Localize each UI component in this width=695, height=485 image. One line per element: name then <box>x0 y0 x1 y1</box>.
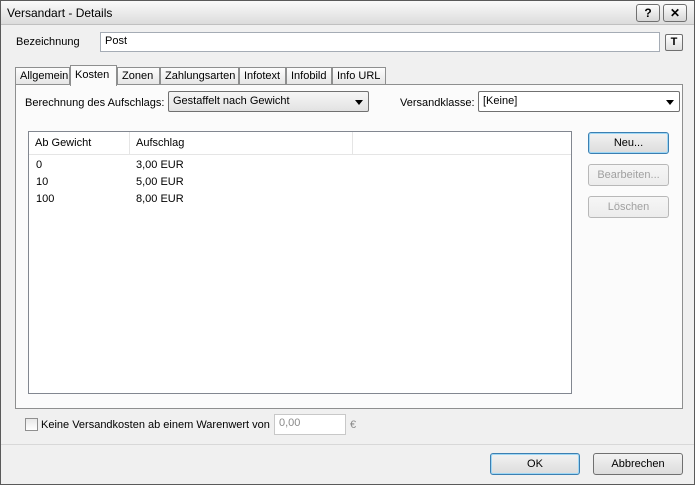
berechnung-label: Berechnung des Aufschlags: <box>25 97 165 109</box>
dialog-window: Versandart - Details ? ✕ Bezeichnung Pos… <box>0 0 695 485</box>
versandklasse-value: [Keine] <box>483 95 518 107</box>
cell-aufschlag: 3,00 EUR <box>136 159 184 171</box>
table-row[interactable]: 0 3,00 EUR <box>29 157 571 174</box>
tab-allgemein[interactable]: Allgemein <box>15 67 70 85</box>
chevron-down-icon <box>666 100 674 105</box>
berechnung-value: Gestaffelt nach Gewicht <box>173 95 290 107</box>
window-title: Versandart - Details <box>7 6 113 20</box>
bezeichnung-label: Bezeichnung <box>16 36 80 48</box>
currency-label: € <box>350 419 357 431</box>
table-header: Ab Gewicht Aufschlag <box>29 132 571 155</box>
versandklasse-label: Versandklasse: <box>400 97 475 109</box>
free-shipping-label[interactable]: Keine Versandkosten ab einem Warenwert v… <box>41 419 270 431</box>
cell-ab-gewicht: 100 <box>36 193 55 205</box>
neu-button[interactable]: Neu... <box>588 132 669 154</box>
abbrechen-button[interactable]: Abbrechen <box>593 453 683 475</box>
close-button[interactable]: ✕ <box>663 4 687 22</box>
cell-ab-gewicht: 10 <box>36 176 49 188</box>
title-bar[interactable]: Versandart - Details ? ✕ <box>1 1 694 25</box>
berechnung-select[interactable]: Gestaffelt nach Gewicht <box>168 91 369 112</box>
tab-zahlungsarten[interactable]: Zahlungsarten <box>160 67 239 85</box>
cell-aufschlag: 5,00 EUR <box>136 176 184 188</box>
versandklasse-select[interactable]: [Keine] <box>478 91 680 112</box>
column-header-ab-gewicht[interactable]: Ab Gewicht <box>29 132 130 155</box>
table-row[interactable]: 10 5,00 EUR <box>29 174 571 191</box>
warenwert-input[interactable]: 0,00 <box>274 414 346 435</box>
tab-kosten[interactable]: Kosten <box>70 65 117 86</box>
table-row[interactable]: 100 8,00 EUR <box>29 191 571 208</box>
footer-divider <box>1 444 694 445</box>
free-shipping-checkbox[interactable] <box>25 418 38 431</box>
tab-infotext[interactable]: Infotext <box>239 67 286 85</box>
chevron-down-icon <box>355 100 363 105</box>
bearbeiten-button[interactable]: Bearbeiten... <box>588 164 669 186</box>
tab-info-url[interactable]: Info URL <box>332 67 386 85</box>
column-header-aufschlag[interactable]: Aufschlag <box>130 132 353 155</box>
ok-button[interactable]: OK <box>490 453 580 475</box>
tab-infobild[interactable]: Infobild <box>286 67 332 85</box>
cell-aufschlag: 8,00 EUR <box>136 193 184 205</box>
bezeichnung-input[interactable]: Post <box>100 32 660 52</box>
kosten-table[interactable]: Ab Gewicht Aufschlag 0 3,00 EUR 10 5,00 … <box>28 131 572 394</box>
translate-button[interactable]: T <box>665 34 683 51</box>
tab-zonen[interactable]: Zonen <box>117 67 160 85</box>
loeschen-button[interactable]: Löschen <box>588 196 669 218</box>
help-button[interactable]: ? <box>636 4 660 22</box>
cell-ab-gewicht: 0 <box>36 159 43 171</box>
